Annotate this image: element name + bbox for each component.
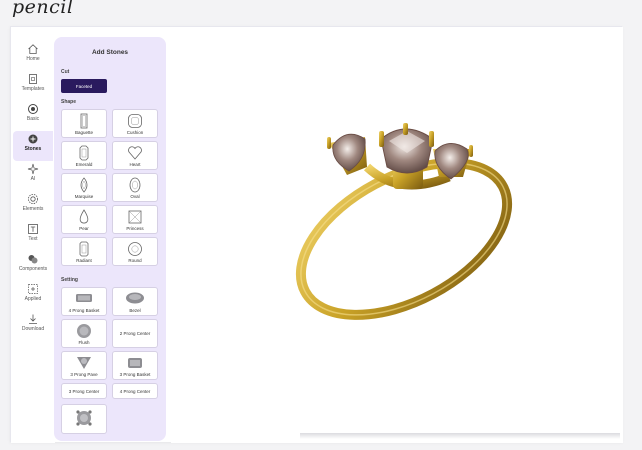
3-prong-basket-icon <box>128 358 142 368</box>
marquise-shape-icon <box>80 177 88 193</box>
text-icon <box>28 224 38 234</box>
shape-section-label: Shape <box>61 99 77 105</box>
shape-tile-pear[interactable]: Pear <box>61 205 107 234</box>
shape-label: Radiant <box>76 258 92 263</box>
setting-label: 4 Prong Center <box>119 389 151 394</box>
setting-tile-4-prong-basket[interactable]: 4 Prong Basket <box>61 287 107 316</box>
sidebar-item-elements[interactable]: Elements <box>13 191 53 221</box>
sidebar-item-label: Basic <box>26 116 40 122</box>
templates-icon <box>29 74 37 84</box>
setting-label: 4 Prong Basket <box>68 308 100 313</box>
oval-shape-icon <box>129 177 141 193</box>
cut-section-label: Cut <box>61 69 70 75</box>
heart-shape-icon <box>128 146 142 160</box>
flush-icon <box>77 324 91 338</box>
setting-tile-3-prong-pave[interactable]: 3 Prong Pave <box>61 351 107 380</box>
setting-label: 3 Prong Center <box>68 389 100 394</box>
sidebar-item-download[interactable]: Download <box>13 311 53 341</box>
pear-shape-icon <box>79 209 89 224</box>
stones-icon <box>28 134 38 144</box>
bottom-shadow <box>300 433 620 439</box>
shape-tile-emerald[interactable]: Emerald <box>61 141 107 170</box>
setting-label: 3 Prong Basket <box>119 372 151 377</box>
setting-label: 2 Prong Center <box>119 331 151 336</box>
shape-label: Princess <box>126 226 144 231</box>
bezel-icon <box>126 292 144 304</box>
ring-model[interactable] <box>171 27 623 443</box>
shape-label: Marquise <box>74 194 94 199</box>
shape-label: Cushion <box>126 130 144 135</box>
shape-label: Emerald <box>75 162 93 167</box>
sidebar-item-home[interactable]: Home <box>13 41 53 71</box>
sidebar-item-components[interactable]: Components <box>13 251 53 281</box>
basic-icon <box>28 104 38 114</box>
sidebar-item-label: Components <box>18 266 48 272</box>
shape-tile-oval[interactable]: Oval <box>112 173 158 202</box>
setting-tile-4-prong-center[interactable]: 4 Prong Center <box>112 383 158 399</box>
setting-label: Flush <box>78 340 90 345</box>
sidebar-item-basic[interactable]: Basic <box>13 101 53 131</box>
download-icon <box>29 314 37 324</box>
sidebar-item-label: Home <box>26 56 40 62</box>
shape-tile-heart[interactable]: Heart <box>112 141 158 170</box>
sidebar-item-label: Applied <box>24 296 42 302</box>
sidebar-item-label: Download <box>21 326 45 332</box>
components-icon <box>28 255 38 264</box>
shape-label: Heart <box>129 162 141 167</box>
app-root: pencil Home Templates Basic Stones AI El… <box>0 0 642 450</box>
app-logo: pencil <box>12 0 74 18</box>
setting-label: 3 Prong Pave <box>70 372 98 377</box>
shape-tile-baguette[interactable]: Baguette <box>61 109 107 138</box>
shape-tile-round[interactable]: Round <box>112 237 158 266</box>
princess-shape-icon <box>128 210 142 224</box>
setting-tile-bezel[interactable]: Bezel <box>112 287 158 316</box>
3d-viewer[interactable] <box>171 27 623 443</box>
sidebar-item-templates[interactable]: Templates <box>13 71 53 101</box>
setting-tile-2-prong-center[interactable]: 2 Prong Center <box>112 319 158 348</box>
4-prong-setting-icon <box>76 410 92 426</box>
emerald-shape-icon <box>79 145 89 161</box>
radiant-shape-icon <box>79 241 89 257</box>
baguette-shape-icon <box>80 113 88 129</box>
setting-tile-3-prong-center[interactable]: 3 Prong Center <box>61 383 107 399</box>
shape-label: Pear <box>79 226 89 231</box>
round-shape-icon <box>128 242 142 256</box>
setting-tile-more[interactable] <box>61 404 107 434</box>
sidebar-item-text[interactable]: Text <box>13 221 53 251</box>
shape-tile-cushion[interactable]: Cushion <box>112 109 158 138</box>
editor-frame: Home Templates Basic Stones AI Elements <box>10 26 623 443</box>
sidebar-item-stones[interactable]: Stones <box>13 131 53 161</box>
shape-label: Baguette <box>74 130 93 135</box>
shape-label: Round <box>128 258 142 263</box>
4-prong-basket-icon <box>76 294 92 302</box>
setting-label: Bezel <box>129 308 141 313</box>
sidebar-item-label: AI <box>30 176 36 182</box>
sparkle-icon <box>27 163 39 175</box>
sidebar-item-label: Text <box>28 236 38 242</box>
cushion-shape-icon <box>128 114 142 128</box>
sidebar-item-ai[interactable]: AI <box>13 161 53 191</box>
setting-tile-flush[interactable]: Flush <box>61 319 107 348</box>
shape-tile-marquise[interactable]: Marquise <box>61 173 107 202</box>
shape-tile-princess[interactable]: Princess <box>112 205 158 234</box>
cut-faceted-button[interactable]: Faceted <box>61 79 107 93</box>
shape-label: Oval <box>130 194 140 199</box>
home-icon <box>28 44 38 54</box>
setting-section-label: Setting <box>61 277 78 283</box>
setting-tile-3-prong-basket[interactable]: 3 Prong Basket <box>112 351 158 380</box>
sidebar-nav: Home Templates Basic Stones AI Elements <box>11 27 55 443</box>
sidebar-item-label: Stones <box>24 146 42 152</box>
sidebar-item-applied[interactable]: Applied <box>13 281 53 311</box>
sidebar-item-label: Elements <box>22 206 44 212</box>
panel-title: Add Stones <box>91 49 129 56</box>
shape-tile-radiant[interactable]: Radiant <box>61 237 107 266</box>
sidebar-item-label: Templates <box>21 86 45 92</box>
elements-icon <box>28 194 38 204</box>
3-prong-pave-icon <box>77 357 91 369</box>
add-stones-panel: Add Stones Cut Faceted Shape Baguette Cu… <box>54 37 166 441</box>
applied-icon <box>28 284 38 294</box>
